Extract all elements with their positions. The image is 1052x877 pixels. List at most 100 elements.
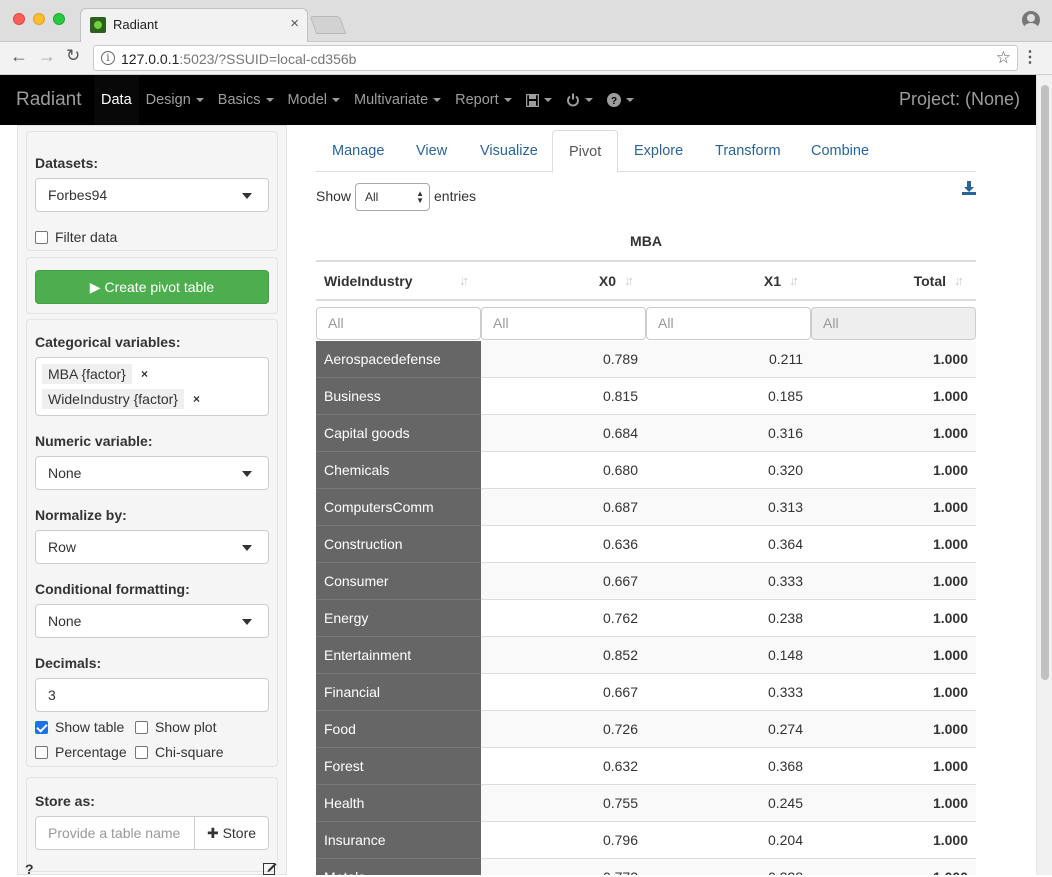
caret-icon <box>433 98 442 103</box>
bookmark-star-icon[interactable]: ☆ <box>996 48 1011 68</box>
total-cell: 1.000 <box>932 425 968 441</box>
col-wideindustry[interactable]: WideIndustry <box>324 262 413 301</box>
col-x1[interactable]: X1 <box>646 262 781 301</box>
entries-label: entries <box>434 188 477 204</box>
dataset-select[interactable]: Forbes94 <box>35 178 269 212</box>
chi-square-label: Chi-square <box>155 744 224 760</box>
store-button[interactable]: ✚ Store <box>194 816 269 850</box>
tab-visualize[interactable]: Visualize <box>464 130 554 172</box>
chip-mba[interactable]: MBA {factor} <box>42 364 132 384</box>
percentage-checkbox[interactable] <box>35 746 48 759</box>
industry-cell: Food <box>316 711 481 748</box>
table-row[interactable]: Financial 0.667 0.333 1.000 <box>316 674 976 711</box>
total-cell: 1.000 <box>932 684 968 700</box>
table-row[interactable]: Consumer 0.667 0.333 1.000 <box>316 563 976 600</box>
nav-multivariate[interactable]: Multivariate <box>347 75 448 125</box>
chi-square-checkbox[interactable] <box>135 746 148 759</box>
table-row[interactable]: Construction 0.636 0.364 1.000 <box>316 526 976 563</box>
table-row[interactable]: Business 0.815 0.185 1.000 <box>316 378 976 415</box>
remove-chip-icon[interactable]: × <box>193 392 200 406</box>
nav-power[interactable] <box>559 75 600 125</box>
browser-menu-icon[interactable]: ⋮ <box>1022 47 1038 67</box>
filter-data-checkbox[interactable] <box>35 231 48 244</box>
normalize-select[interactable]: Row <box>35 530 269 564</box>
table-row[interactable]: Capital goods 0.684 0.316 1.000 <box>316 415 976 452</box>
app-brand[interactable]: Radiant <box>16 89 82 111</box>
edit-icon[interactable] <box>263 861 277 875</box>
nav-basics-label: Basics <box>217 92 261 108</box>
x1-cell: 0.316 <box>767 425 803 441</box>
nav-design[interactable]: Design <box>139 75 211 125</box>
nav-save[interactable] <box>519 75 559 125</box>
caret-down-icon <box>242 619 252 625</box>
minimize-window-button[interactable] <box>33 13 45 25</box>
back-arrow-icon[interactable]: ← <box>10 46 28 67</box>
table-row[interactable]: Forest 0.632 0.368 1.000 <box>316 748 976 785</box>
caret-down-icon <box>242 545 252 551</box>
sort-icon[interactable]: ↓↑ <box>459 273 469 288</box>
show-plot-checkbox[interactable] <box>135 721 148 734</box>
decimals-input[interactable]: 3 <box>35 678 269 712</box>
numeric-select[interactable]: None <box>35 456 269 490</box>
nav-data[interactable]: Data <box>94 75 139 125</box>
zoom-window-button[interactable] <box>53 13 65 25</box>
chip-wideindustry[interactable]: WideIndustry {factor} <box>42 389 184 409</box>
pivot-column-header: MBA <box>630 233 662 249</box>
forward-arrow-icon[interactable]: → <box>38 46 56 67</box>
reload-icon[interactable]: ↻ <box>66 46 80 66</box>
table-row[interactable]: Aerospacedefense 0.789 0.211 1.000 <box>316 341 976 378</box>
x0-cell: 0.667 <box>602 573 638 589</box>
categorical-select[interactable]: MBA {factor} × WideIndustry {factor} × <box>35 357 269 416</box>
close-tab-icon[interactable]: × <box>290 15 299 32</box>
condfmt-select[interactable]: None <box>35 604 269 638</box>
tab-combine[interactable]: Combine <box>795 130 885 172</box>
entries-select[interactable]: All ▲ ▼ <box>355 183 430 211</box>
nav-report[interactable]: Report <box>448 75 519 125</box>
table-row[interactable]: Energy 0.762 0.238 1.000 <box>316 600 976 637</box>
table-header: WideIndustry ↓↑ X0 ↓↑ X1 ↓↑ Total ↓↑ <box>316 260 976 301</box>
store-name-input[interactable]: Provide a table name <box>35 816 195 850</box>
sort-icon[interactable]: ↓↑ <box>954 273 964 288</box>
tab-view[interactable]: View <box>400 130 463 172</box>
table-row[interactable]: Chemicals 0.680 0.320 1.000 <box>316 452 976 489</box>
address-bar[interactable]: i 127.0.0.1:5023/?SSUID=local-cd356b ☆ <box>93 45 1018 71</box>
filter-x0[interactable]: All <box>481 307 646 340</box>
col-x0[interactable]: X0 <box>481 262 616 301</box>
x0-cell: 0.762 <box>602 610 638 626</box>
scroll-thumb[interactable] <box>1041 85 1049 680</box>
sort-icon[interactable]: ↓↑ <box>624 273 634 288</box>
create-pivot-button[interactable]: ▶ Create pivot table <box>35 270 269 304</box>
nav-model[interactable]: Model <box>281 75 348 125</box>
close-window-button[interactable] <box>13 13 25 25</box>
remove-chip-icon[interactable]: × <box>141 367 148 381</box>
col-total[interactable]: Total <box>811 262 946 301</box>
profile-icon[interactable] <box>1022 11 1040 29</box>
caret-icon <box>543 98 552 103</box>
info-icon[interactable]: i <box>101 51 115 65</box>
nav-help[interactable]: ? <box>600 75 641 125</box>
tab-explore[interactable]: Explore <box>618 130 699 172</box>
page-scrollbar[interactable] <box>1036 75 1052 875</box>
dataset-well: Datasets: Forbes94 Filter data <box>26 131 278 251</box>
table-row[interactable]: Insurance 0.796 0.204 1.000 <box>316 822 976 859</box>
filter-wideindustry[interactable]: All <box>316 307 481 340</box>
total-cell: 1.000 <box>932 573 968 589</box>
filter-x1[interactable]: All <box>646 307 811 340</box>
normalize-label: Normalize by: <box>35 507 127 523</box>
nav-basics[interactable]: Basics <box>211 75 281 125</box>
table-row[interactable]: ComputersComm 0.687 0.313 1.000 <box>316 489 976 526</box>
table-row[interactable]: Health 0.755 0.245 1.000 <box>316 785 976 822</box>
sort-icon[interactable]: ↓↑ <box>789 273 799 288</box>
table-row[interactable]: Food 0.726 0.274 1.000 <box>316 711 976 748</box>
tab-transform[interactable]: Transform <box>699 130 797 172</box>
table-row[interactable]: Entertainment 0.852 0.148 1.000 <box>316 637 976 674</box>
chip-wideindustry-label: WideIndustry {factor} <box>48 391 178 407</box>
tab-manage[interactable]: Manage <box>316 130 400 172</box>
table-row[interactable]: Metals0.7730.2281.000 <box>316 859 976 875</box>
new-tab-button[interactable] <box>309 16 347 34</box>
browser-tab[interactable]: Radiant × <box>80 8 308 43</box>
show-table-checkbox[interactable] <box>35 721 48 734</box>
download-icon[interactable] <box>962 180 976 196</box>
question-circle-icon: ? <box>606 93 621 108</box>
tab-pivot[interactable]: Pivot <box>552 130 619 173</box>
